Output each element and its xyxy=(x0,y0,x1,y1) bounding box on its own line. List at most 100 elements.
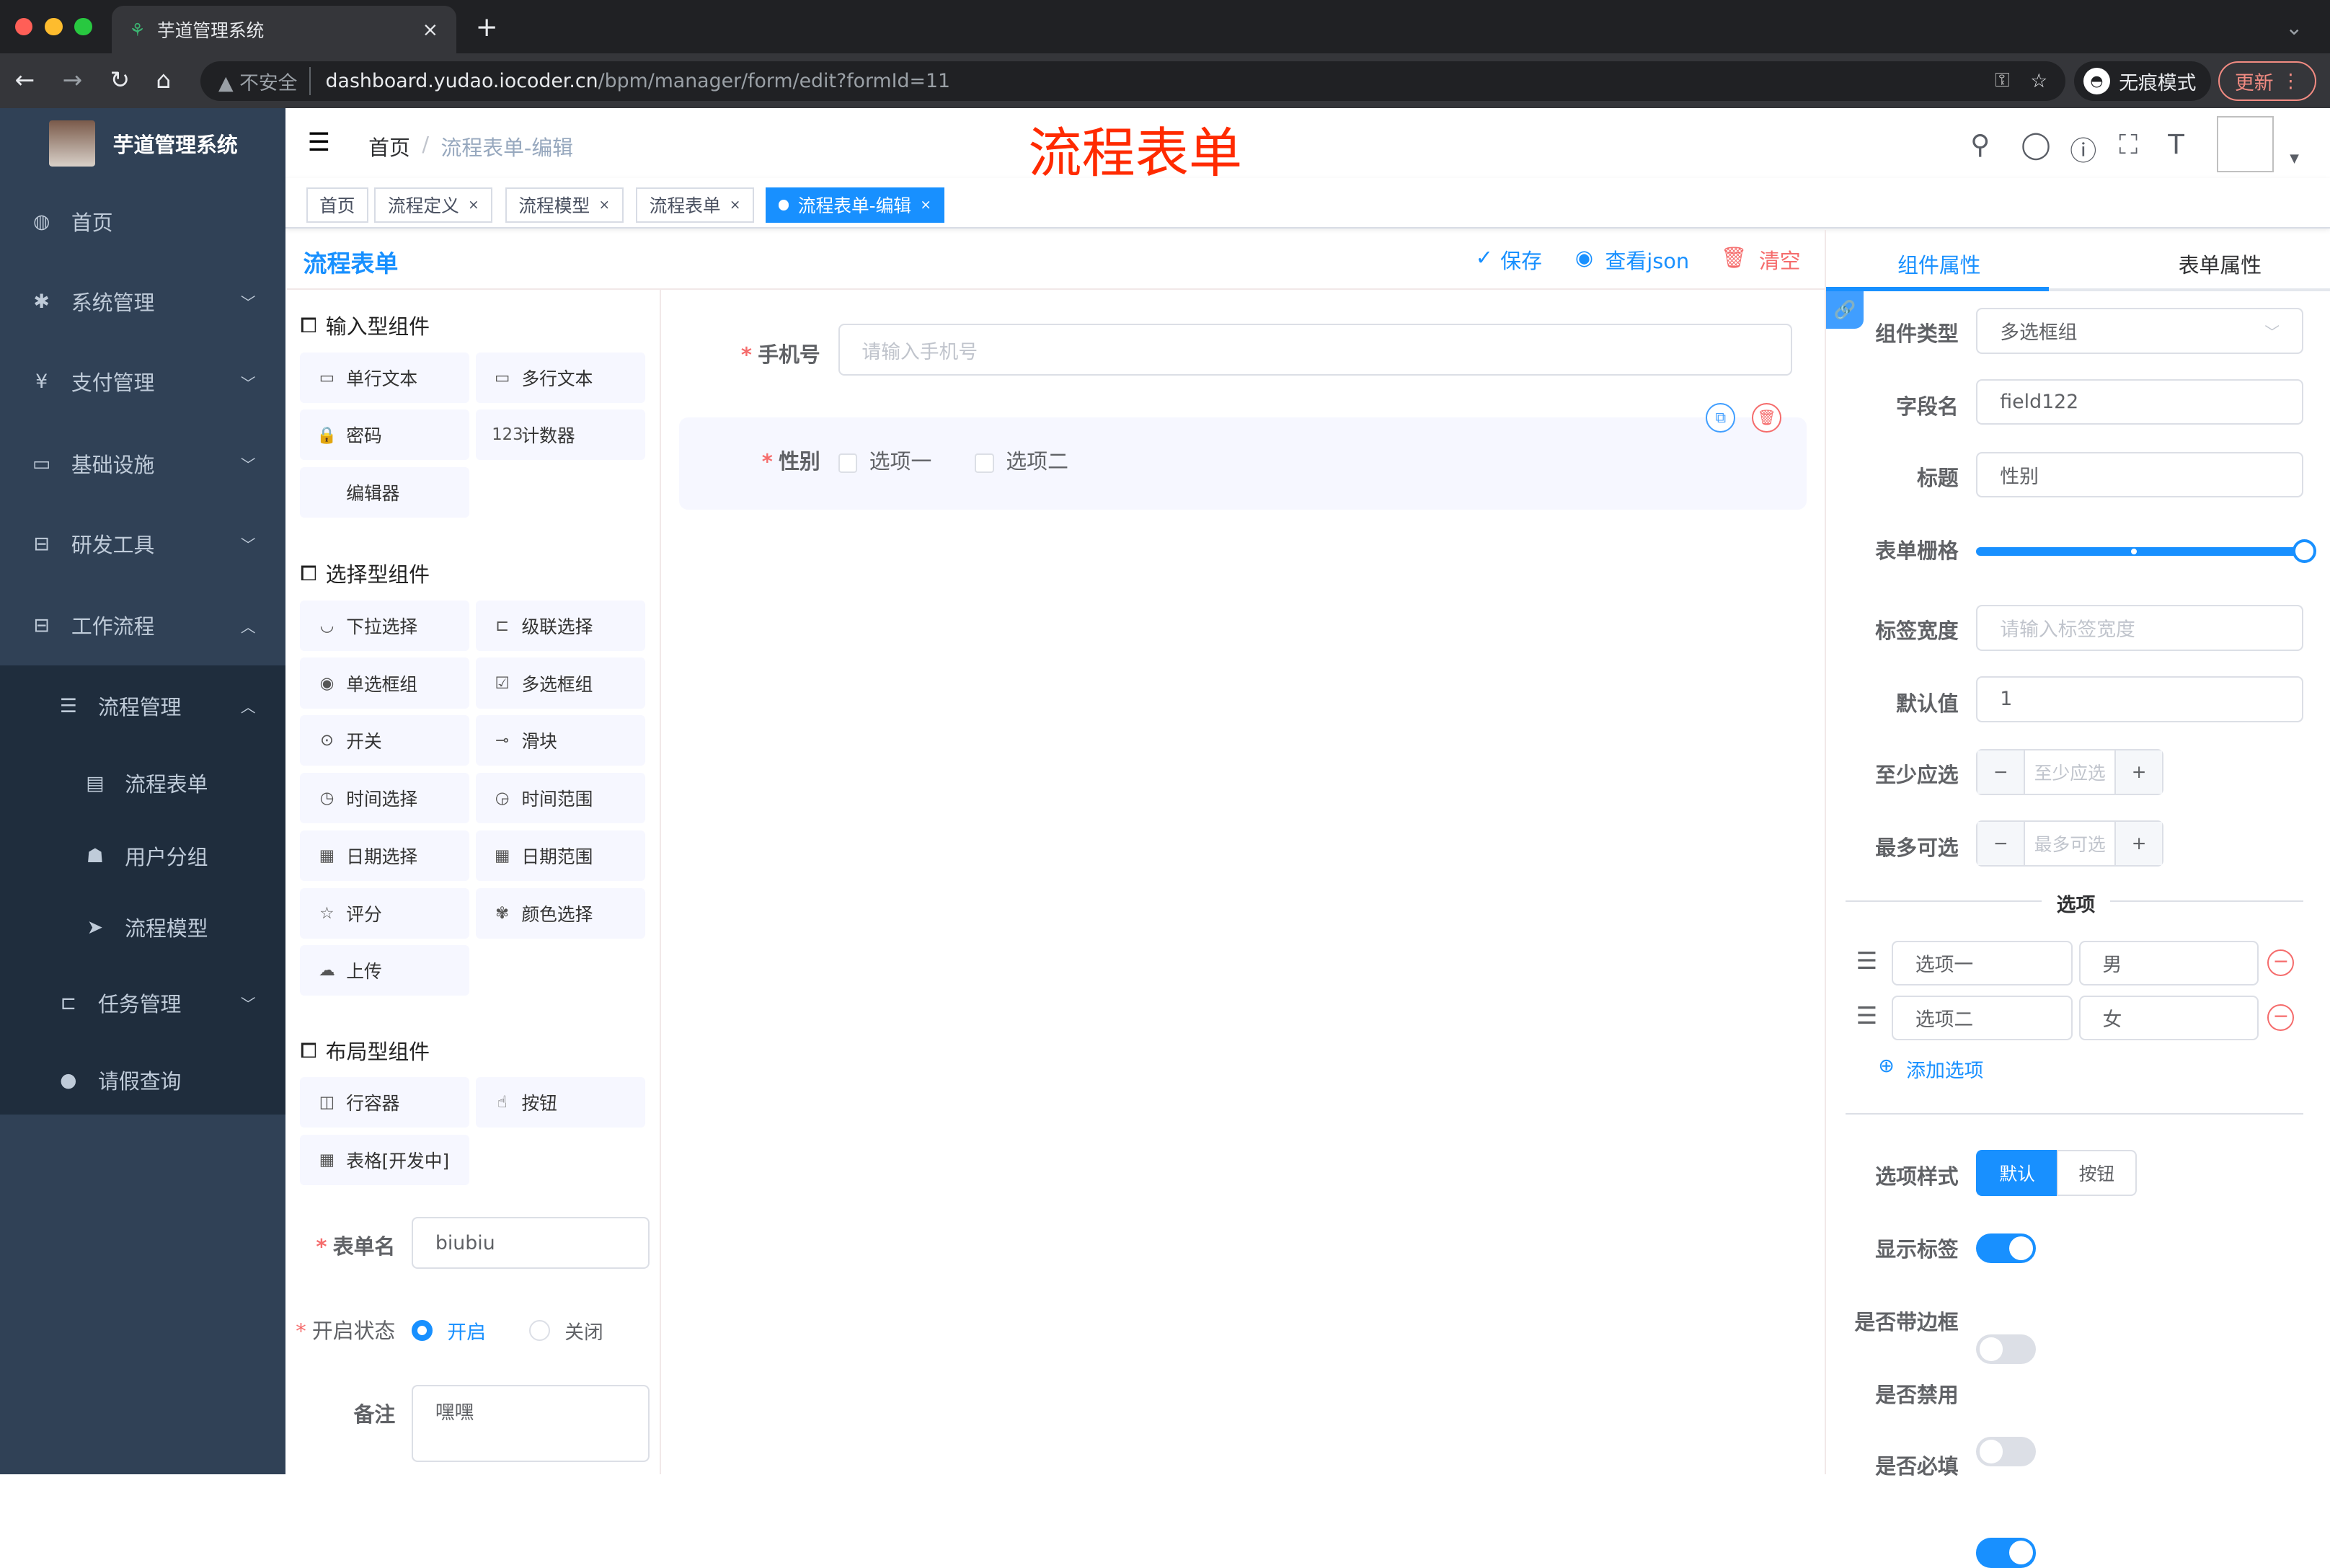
reload-icon[interactable]: ↻ xyxy=(110,66,130,94)
component-item[interactable]: ☆ 评分 xyxy=(300,887,470,939)
minus-button[interactable]: − xyxy=(1977,821,2026,865)
component-item[interactable]: 123 计数器 xyxy=(475,409,645,461)
component-item[interactable]: ◷ 时间选择 xyxy=(300,773,470,824)
sidebar-item-infra[interactable]: ▭ 基础设施 ﹀ xyxy=(0,427,285,501)
new-tab-button[interactable]: + xyxy=(476,12,498,43)
component-item[interactable]: ◉ 单选框组 xyxy=(300,657,470,709)
component-item[interactable]: ▦ 日期范围 xyxy=(475,830,645,881)
breadcrumb-home[interactable]: 首页 xyxy=(368,132,410,161)
component-item[interactable]: ◶ 时间范围 xyxy=(475,773,645,824)
minus-button[interactable]: − xyxy=(1977,750,2026,794)
browser-tab[interactable]: ⚘ 芋道管理系统 × xyxy=(111,6,456,54)
sidebar-item-workflow[interactable]: ⊟ 工作流程 ︿ xyxy=(0,588,285,663)
component-item[interactable]: ⊸ 滑块 xyxy=(475,715,645,766)
fullscreen-icon[interactable]: ⛶ xyxy=(2119,129,2138,161)
tag-process-definition[interactable]: 流程定义 × xyxy=(374,187,493,223)
sidebar-item-home[interactable]: ◍ 首页 xyxy=(0,185,285,259)
span-slider[interactable] xyxy=(1976,539,2317,564)
sidebar-item-task-manage[interactable]: ⊏ 任务管理 ﹀ xyxy=(0,966,285,1040)
search-icon[interactable]: ⚲ xyxy=(1970,129,1990,160)
required-switch[interactable] xyxy=(1976,1538,2036,1568)
tab-form-props[interactable]: 表单属性 xyxy=(2179,249,2262,279)
drag-handle-icon[interactable]: ☰ xyxy=(1856,947,1877,975)
remark-textarea[interactable]: 嘿嘿 xyxy=(411,1385,650,1463)
component-item[interactable]: ◡ 下拉选择 xyxy=(300,600,470,651)
tab-component-props[interactable]: 组件属性 xyxy=(1897,249,1980,279)
component-item[interactable]: ☝ 按钮 xyxy=(475,1077,645,1128)
clear-button[interactable]: 🗑 清空 xyxy=(1721,245,1801,275)
tag-process-form[interactable]: 流程表单 × xyxy=(636,187,754,223)
user-avatar[interactable] xyxy=(2217,115,2274,173)
sidebar-item-process-model[interactable]: ➤ 流程模型 xyxy=(0,890,285,965)
tab-search-button[interactable]: ⌄ xyxy=(2285,15,2303,40)
plus-button[interactable]: + xyxy=(2114,750,2163,794)
address-bar[interactable]: ▲ 不安全 dashboard.yudao.iocoder.cn/bpm/mana… xyxy=(200,61,2066,102)
insecure-indicator[interactable]: ▲ 不安全 xyxy=(218,66,311,95)
copy-icon[interactable]: ⧉ xyxy=(1706,402,1736,433)
close-icon[interactable]: × xyxy=(468,198,479,213)
tag-process-form-edit[interactable]: 流程表单-编辑 × xyxy=(765,187,945,223)
component-item[interactable]: ☁ 上传 xyxy=(300,945,470,996)
style-button-button[interactable]: 按钮 xyxy=(2056,1150,2137,1197)
option-label-input[interactable]: 选项一 xyxy=(1891,940,2073,985)
caret-down-icon[interactable]: ▼ xyxy=(2290,151,2299,165)
close-icon[interactable]: × xyxy=(920,198,931,213)
save-button[interactable]: ✓ 保存 xyxy=(1476,245,1542,275)
sidebar-item-user-group[interactable]: ☗ 用户分组 xyxy=(0,819,285,893)
label-width-input[interactable]: 请输入标签宽度 xyxy=(1976,604,2303,651)
minimize-window-button[interactable] xyxy=(44,17,63,36)
style-default-button[interactable]: 默认 xyxy=(1976,1150,2058,1197)
component-item[interactable]: ▦ 表格[开发中] xyxy=(300,1135,470,1186)
plus-button[interactable]: + xyxy=(2114,821,2163,865)
star-icon[interactable]: ☆ xyxy=(2030,70,2047,92)
phone-input[interactable]: 请输入手机号 xyxy=(838,324,1792,376)
component-item[interactable]: ▦ 日期选择 xyxy=(300,830,470,881)
component-item[interactable]: ☑ 多选框组 xyxy=(475,657,645,709)
max-stepper[interactable]: − 最多可选 + xyxy=(1976,820,2164,867)
component-item[interactable]: ▭ 多行文本 xyxy=(475,352,645,403)
title-input[interactable]: 性别 xyxy=(1976,451,2303,498)
sidebar-item-pay[interactable]: ¥ 支付管理 ﹀ xyxy=(0,345,285,419)
component-item[interactable]: 🔒 密码 xyxy=(300,409,470,461)
status-radio-off[interactable]: 关闭 xyxy=(528,1316,603,1345)
component-item[interactable]: ⊙ 开关 xyxy=(300,715,470,766)
sidebar-item-system[interactable]: ✱ 系统管理 ﹀ xyxy=(0,265,285,339)
hamburger-icon[interactable]: ☰ xyxy=(308,128,330,157)
component-item[interactable]: ✾ 颜色选择 xyxy=(475,887,645,939)
help-icon[interactable]: ⓘ xyxy=(2070,129,2096,168)
drag-handle-icon[interactable]: ☰ xyxy=(1856,1001,1877,1029)
option-value-input[interactable]: 女 xyxy=(2078,996,2259,1040)
field-name-input[interactable]: field122 xyxy=(1976,378,2303,425)
status-radio-on[interactable]: 开启 xyxy=(411,1316,486,1345)
kebab-menu-icon[interactable]: ⋮ xyxy=(2281,70,2300,92)
component-item[interactable]: ◫ 行容器 xyxy=(300,1077,470,1128)
back-icon[interactable]: ← xyxy=(15,66,35,94)
disabled-switch[interactable] xyxy=(1976,1437,2036,1467)
add-option-button[interactable]: ⊕ 添加选项 xyxy=(1878,1055,1983,1083)
component-type-select[interactable]: 多选框组 ﹀ xyxy=(1976,307,2303,354)
sidebar-item-leave[interactable]: ● 请假查询 xyxy=(0,1043,285,1117)
checkbox-option-2[interactable]: 选项二 xyxy=(975,446,1068,475)
key-icon[interactable]: ⚿ xyxy=(1995,69,2009,92)
close-tab-button[interactable]: × xyxy=(422,19,438,41)
sidebar-item-process-manage[interactable]: ☰ 流程管理 ︿ xyxy=(0,669,285,743)
github-icon[interactable]: ◯ xyxy=(2021,129,2051,160)
sidebar-item-process-form[interactable]: ▤ 流程表单 xyxy=(0,746,285,820)
font-size-icon[interactable]: T xyxy=(2168,129,2184,160)
border-switch[interactable] xyxy=(1976,1334,2036,1365)
min-stepper[interactable]: − 至少应选 + xyxy=(1976,748,2164,795)
incognito-badge[interactable]: ◓ 无痕模式 xyxy=(2074,61,2212,102)
show_label-switch[interactable] xyxy=(1976,1233,2036,1263)
sidebar-item-devtools[interactable]: ⊟ 研发工具 ﹀ xyxy=(0,507,285,581)
tag-process-model[interactable]: 流程模型 × xyxy=(505,187,624,223)
home-icon[interactable]: ⌂ xyxy=(156,66,171,94)
default-value-input[interactable]: 1 xyxy=(1976,676,2303,722)
update-button[interactable]: 更新 ⋮ xyxy=(2218,61,2317,102)
option-label-input[interactable]: 选项二 xyxy=(1891,996,2073,1040)
forward-icon[interactable]: → xyxy=(63,66,83,94)
component-item[interactable]: ⊏ 级联选择 xyxy=(475,600,645,651)
component-item[interactable]: 编辑器 xyxy=(300,467,470,518)
view-json-button[interactable]: ◉ 查看json xyxy=(1575,245,1689,275)
component-item[interactable]: ▭ 单行文本 xyxy=(300,352,470,403)
option-value-input[interactable]: 男 xyxy=(2078,940,2259,985)
